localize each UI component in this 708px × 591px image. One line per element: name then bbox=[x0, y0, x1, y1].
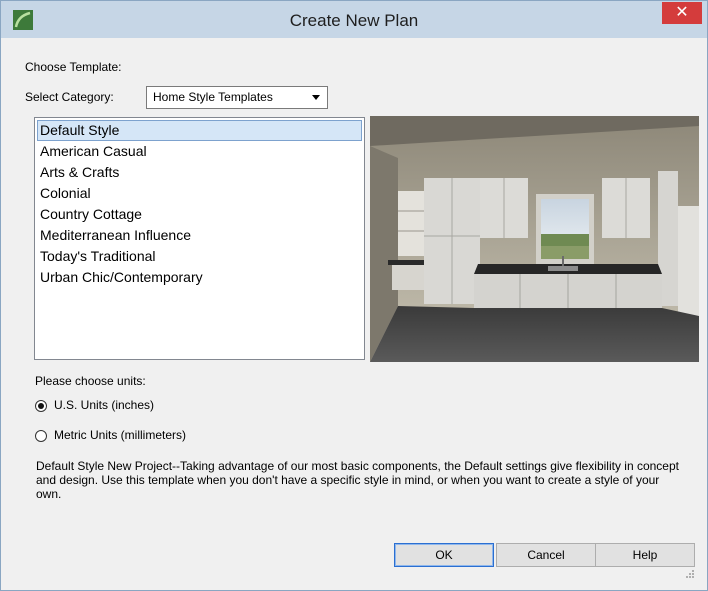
cancel-button[interactable]: Cancel bbox=[496, 543, 596, 567]
units-label: Please choose units: bbox=[35, 374, 146, 388]
template-item-default-style[interactable]: Default Style bbox=[37, 120, 362, 141]
close-icon: ✕ bbox=[675, 4, 689, 21]
template-item-colonial[interactable]: Colonial bbox=[37, 183, 362, 204]
category-select-value: Home Style Templates bbox=[153, 90, 273, 104]
radio-label-us: U.S. Units (inches) bbox=[54, 398, 155, 412]
template-description: Default Style New Project--Taking advant… bbox=[36, 459, 679, 501]
template-list[interactable]: Default Style American Casual Arts & Cra… bbox=[34, 117, 365, 360]
radio-button-metric[interactable] bbox=[35, 430, 47, 442]
radio-label-metric: Metric Units (millimeters) bbox=[54, 428, 186, 442]
window-title: Create New Plan bbox=[289, 11, 419, 30]
radio-checked-dot bbox=[38, 403, 44, 409]
dialog-body: Choose Template: Select Category: Home S… bbox=[11, 38, 699, 584]
template-item-urban-chic[interactable]: Urban Chic/Contemporary bbox=[37, 267, 362, 288]
template-item-mediterranean-influence[interactable]: Mediterranean Influence bbox=[37, 225, 362, 246]
radio-button-us[interactable] bbox=[35, 400, 47, 412]
template-item-country-cottage[interactable]: Country Cottage bbox=[37, 204, 362, 225]
template-item-arts-crafts[interactable]: Arts & Crafts bbox=[37, 162, 362, 183]
close-button[interactable]: ✕ bbox=[662, 2, 702, 24]
choose-template-label: Choose Template: bbox=[25, 60, 122, 74]
help-button[interactable]: Help bbox=[595, 543, 695, 567]
select-category-label: Select Category: bbox=[25, 90, 114, 104]
resize-grip-icon[interactable] bbox=[685, 568, 695, 582]
template-item-todays-traditional[interactable]: Today's Traditional bbox=[37, 246, 362, 267]
ok-button[interactable]: OK bbox=[394, 543, 494, 567]
create-new-plan-dialog: Create New Plan ✕ Choose Template: Selec… bbox=[0, 0, 708, 591]
template-item-american-casual[interactable]: American Casual bbox=[37, 141, 362, 162]
title-bar[interactable]: Create New Plan ✕ bbox=[1, 1, 707, 38]
chevron-down-icon bbox=[312, 95, 320, 100]
category-select[interactable]: Home Style Templates bbox=[146, 86, 328, 109]
template-preview-image bbox=[370, 116, 699, 362]
